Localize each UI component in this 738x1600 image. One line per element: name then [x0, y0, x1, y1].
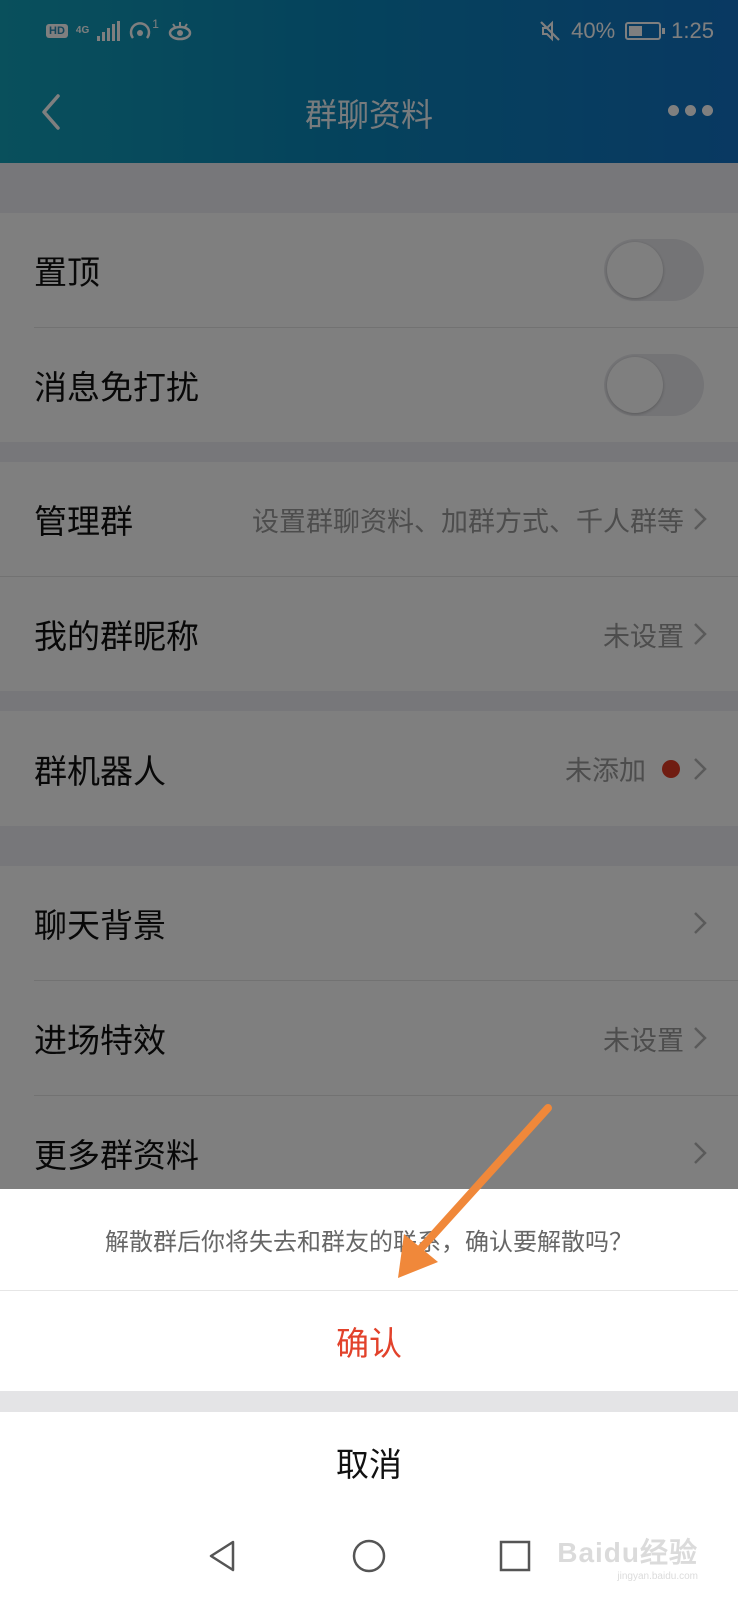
- baidu-watermark: Baidu经验 jingyan.baidu.com: [557, 1537, 698, 1582]
- recents-square-icon[interactable]: [495, 1536, 535, 1576]
- dialog-message: 解散群后你将失去和群友的联系，确认要解散吗？: [0, 1189, 738, 1291]
- back-triangle-icon[interactable]: [203, 1536, 243, 1576]
- sheet-gap: [0, 1391, 738, 1412]
- dissolve-action-sheet: 解散群后你将失去和群友的联系，确认要解散吗？ 确认 取消 Baidu经验 jin…: [0, 1189, 738, 1600]
- home-circle-icon[interactable]: [349, 1536, 389, 1576]
- confirm-button[interactable]: 确认: [0, 1291, 738, 1391]
- cancel-button[interactable]: 取消: [0, 1412, 738, 1512]
